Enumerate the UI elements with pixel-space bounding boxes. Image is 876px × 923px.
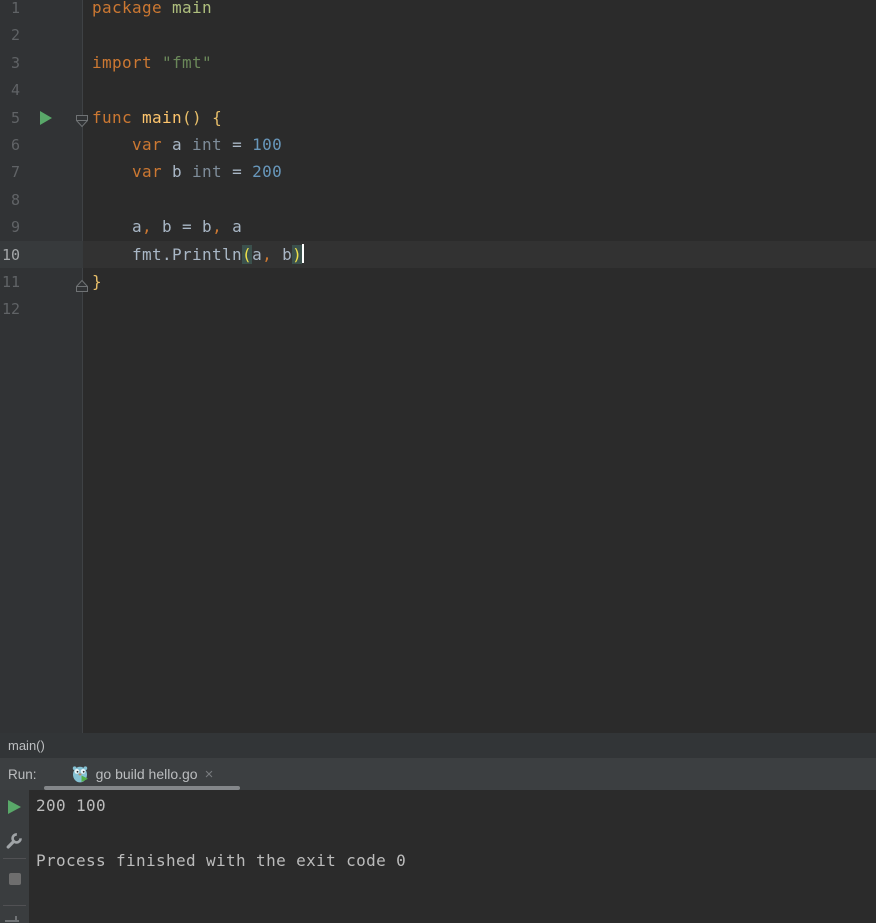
gutter-cell: 1 bbox=[0, 0, 83, 21]
gutter-cell: 3 bbox=[0, 49, 83, 76]
stop-icon[interactable] bbox=[9, 873, 21, 885]
gutter-cell: 6 bbox=[0, 131, 83, 158]
editor-line[interactable]: 2 bbox=[0, 21, 876, 48]
fold-up-icon[interactable] bbox=[75, 274, 89, 301]
editor-line[interactable]: 10 fmt.Println(a, b) bbox=[0, 240, 876, 268]
code-line-text[interactable]: fmt.Println(a, b) bbox=[83, 240, 876, 268]
run-tab-label: go build hello.go bbox=[95, 766, 198, 782]
line-number: 3 bbox=[10, 53, 20, 72]
console-line: 200 100 bbox=[36, 796, 107, 815]
gutter-cell: 7 bbox=[0, 158, 83, 185]
line-number: 7 bbox=[10, 163, 20, 182]
line-number: 10 bbox=[1, 245, 20, 264]
editor-line[interactable]: 11 } bbox=[0, 268, 876, 295]
gutter-cell: 11 bbox=[0, 268, 88, 295]
fold-down-icon[interactable] bbox=[75, 110, 89, 137]
run-icon[interactable] bbox=[40, 110, 52, 125]
console-output: 200 100 Process finished with the exit co… bbox=[29, 790, 876, 923]
gutter-cell: 10 bbox=[0, 240, 83, 268]
console-line: Process finished with the exit code 0 bbox=[36, 850, 407, 870]
run-toolwindow-header: Run: go build hello.go × bbox=[0, 758, 876, 790]
gopher-icon bbox=[71, 765, 89, 783]
close-icon[interactable]: × bbox=[205, 767, 214, 782]
rerun-icon[interactable] bbox=[8, 800, 21, 814]
run-panel-title: Run: bbox=[8, 766, 37, 782]
gutter-cell: 5 bbox=[0, 104, 88, 131]
code-line-text[interactable]: import "fmt" bbox=[83, 49, 876, 76]
gutter-cell: 4 bbox=[0, 76, 83, 103]
breadcrumb-bar: main() bbox=[0, 733, 876, 758]
editor-line[interactable]: 1 package main bbox=[0, 0, 876, 21]
breadcrumb-item-main[interactable]: main() bbox=[8, 738, 45, 753]
gutter-cell: 9 bbox=[0, 213, 83, 240]
line-number: 1 bbox=[10, 0, 20, 17]
code-line-text[interactable] bbox=[83, 295, 876, 322]
line-number: 5 bbox=[10, 108, 20, 127]
editor-line[interactable]: 8 bbox=[0, 186, 876, 213]
line-number: 6 bbox=[10, 135, 20, 154]
editor-line[interactable]: 12 bbox=[0, 295, 876, 322]
code-editor[interactable]: 1 package main 2 3 import "fmt" 4 5 func main(… bbox=[0, 0, 876, 733]
code-line-text[interactable]: } bbox=[83, 268, 876, 295]
line-number: 8 bbox=[10, 190, 20, 209]
line-number: 2 bbox=[10, 26, 20, 45]
code-line-text[interactable] bbox=[83, 186, 876, 213]
code-line-text[interactable]: func main() { bbox=[83, 104, 876, 131]
editor-line[interactable]: 4 bbox=[0, 76, 876, 103]
editor-line[interactable]: 6 var a int = 100 bbox=[0, 131, 876, 158]
goland-window: 1 package main 2 3 import "fmt" 4 5 func main(… bbox=[0, 0, 876, 923]
text-caret bbox=[302, 244, 305, 264]
line-number: 12 bbox=[1, 300, 20, 319]
gutter-cell: 12 bbox=[0, 295, 83, 322]
code-line-text[interactable] bbox=[83, 76, 876, 103]
editor-line[interactable]: 9 a, b = b, a bbox=[0, 213, 876, 240]
toolbar-divider bbox=[3, 905, 26, 906]
code-line-text[interactable]: var b int = 200 bbox=[83, 158, 876, 185]
line-number: 9 bbox=[10, 218, 20, 237]
wrench-icon[interactable] bbox=[4, 831, 24, 855]
editor-line[interactable]: 7 var b int = 200 bbox=[0, 158, 876, 185]
editor-line[interactable]: 3 import "fmt" bbox=[0, 49, 876, 76]
console-toolbar bbox=[0, 790, 29, 923]
editor-line[interactable]: 5 func main() { bbox=[0, 104, 876, 131]
gutter-cell: 2 bbox=[0, 21, 83, 48]
line-number: 11 bbox=[1, 272, 20, 291]
run-console: 200 100 Process finished with the exit co… bbox=[0, 790, 876, 923]
code-line-text[interactable]: package main bbox=[83, 0, 876, 21]
code-line-text[interactable]: a, b = b, a bbox=[83, 213, 876, 240]
line-number: 4 bbox=[10, 81, 20, 100]
run-tab[interactable]: go build hello.go × bbox=[44, 758, 240, 790]
partial-icon[interactable] bbox=[5, 916, 21, 923]
toolbar-divider bbox=[3, 858, 26, 859]
editor-lines: 1 package main 2 3 import "fmt" 4 5 func main(… bbox=[0, 0, 876, 323]
code-line-text[interactable]: var a int = 100 bbox=[83, 131, 876, 158]
code-line-text[interactable] bbox=[83, 21, 876, 48]
gutter-cell: 8 bbox=[0, 186, 83, 213]
